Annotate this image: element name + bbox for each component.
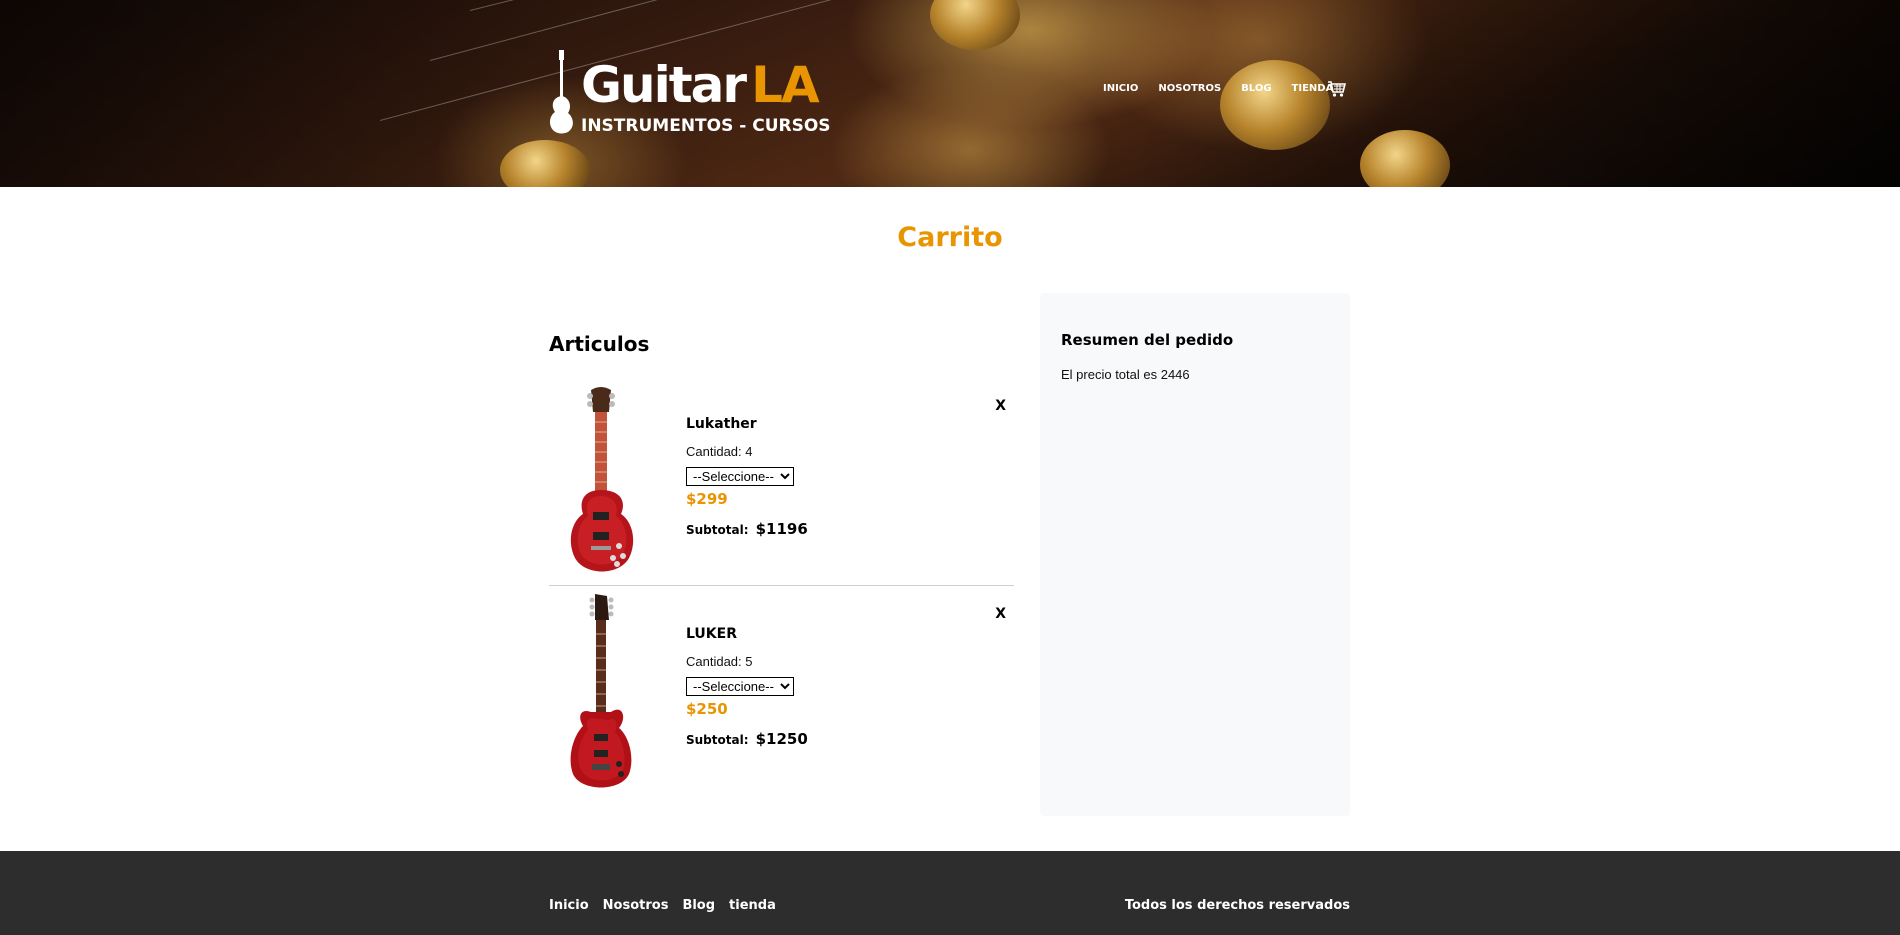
shopping-cart-icon[interactable] bbox=[1327, 80, 1347, 103]
item-quantity: Cantidad: 4 bbox=[686, 444, 753, 459]
quantity-select[interactable]: --Seleccione-- bbox=[686, 467, 794, 486]
guitar-superstrat-image bbox=[561, 594, 641, 799]
item-subtotal: Subtotal: $1196 bbox=[686, 519, 808, 538]
footer-link-inicio[interactable]: Inicio bbox=[549, 898, 589, 913]
tuning-peg bbox=[1360, 130, 1450, 187]
articles-heading: Articulos bbox=[549, 332, 650, 356]
tuning-peg bbox=[930, 0, 1020, 50]
site-header: Guitar LA INSTRUMENTOS - CURSOS INICIO NO… bbox=[0, 0, 1900, 187]
logo-word-guitar: Guitar bbox=[581, 56, 747, 114]
item-subtotal-value: $1250 bbox=[755, 730, 808, 748]
cart-item: Lukather Cantidad: 4 --Seleccione-- $299… bbox=[549, 382, 1014, 586]
tuning-peg bbox=[1220, 60, 1330, 150]
summary-total: El precio total es 2446 bbox=[1061, 367, 1190, 382]
nav-link-inicio[interactable]: INICIO bbox=[1103, 83, 1138, 94]
site-footer: Inicio Nosotros Blog tienda Todos los de… bbox=[0, 851, 1900, 935]
item-details: LUKER Cantidad: 5 --Seleccione-- $250 Su… bbox=[686, 626, 808, 748]
footer-link-tienda[interactable]: tienda bbox=[729, 898, 776, 913]
item-price: $250 bbox=[686, 700, 728, 718]
logo-subtitle: INSTRUMENTOS - CURSOS bbox=[581, 116, 831, 136]
summary-title: Resumen del pedido bbox=[1061, 331, 1234, 349]
cart-item: LUKER Cantidad: 5 --Seleccione-- $250 Su… bbox=[549, 590, 1014, 795]
footer-link-blog[interactable]: Blog bbox=[682, 898, 715, 913]
guitar-logo-icon bbox=[549, 50, 573, 134]
item-subtotal-label: Subtotal: bbox=[686, 523, 749, 537]
item-quantity: Cantidad: 5 bbox=[686, 654, 753, 669]
item-price: $299 bbox=[686, 490, 728, 508]
nav-link-nosotros[interactable]: NOSOTROS bbox=[1158, 83, 1221, 94]
item-subtotal: Subtotal: $1250 bbox=[686, 729, 808, 748]
main-nav: INICIO NOSOTROS BLOG TIENDA bbox=[1103, 83, 1353, 94]
item-name: LUKER bbox=[686, 626, 737, 642]
quantity-select[interactable]: --Seleccione-- bbox=[686, 677, 794, 696]
item-subtotal-value: $1196 bbox=[755, 520, 808, 538]
tuning-peg bbox=[500, 140, 590, 187]
item-details: Lukather Cantidad: 4 --Seleccione-- $299… bbox=[686, 416, 808, 538]
item-subtotal-label: Subtotal: bbox=[686, 733, 749, 747]
page-title: Carrito bbox=[897, 222, 1003, 253]
remove-item-button[interactable]: X bbox=[995, 398, 1006, 414]
footer-link-nosotros[interactable]: Nosotros bbox=[603, 898, 669, 913]
site-logo[interactable]: Guitar LA INSTRUMENTOS - CURSOS bbox=[548, 50, 831, 140]
logo-word-la: LA bbox=[751, 56, 820, 114]
guitar-string bbox=[469, 0, 975, 11]
remove-item-button[interactable]: X bbox=[995, 606, 1006, 622]
order-summary: Resumen del pedido El precio total es 24… bbox=[1040, 293, 1350, 816]
logo-wordmark: Guitar LA bbox=[581, 60, 820, 110]
nav-link-blog[interactable]: BLOG bbox=[1241, 83, 1271, 94]
guitar-lespaul-image bbox=[561, 386, 641, 581]
footer-nav: Inicio Nosotros Blog tienda bbox=[549, 898, 790, 913]
item-name: Lukather bbox=[686, 416, 757, 432]
copyright-text: Todos los derechos reservados bbox=[1124, 898, 1350, 913]
